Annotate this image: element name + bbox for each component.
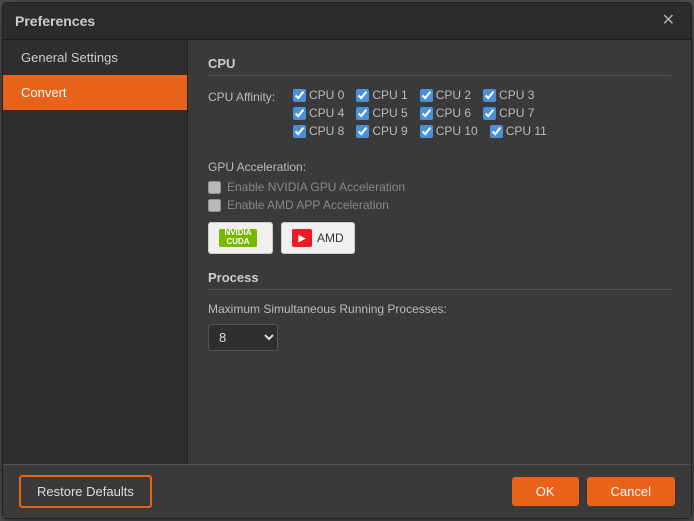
amd-button-label: AMD xyxy=(317,231,344,245)
main-content: CPU CPU Affinity: CPU 0 CPU 1 xyxy=(188,40,691,464)
cpu-checkboxes: CPU 0 CPU 1 CPU 2 xyxy=(293,88,547,138)
cancel-button[interactable]: Cancel xyxy=(587,477,675,506)
cpu-11-checkbox[interactable] xyxy=(490,125,503,138)
cpu-11-item[interactable]: CPU 11 xyxy=(490,124,547,138)
amd-gpu-checkbox[interactable] xyxy=(208,199,221,212)
cpu-3-checkbox[interactable] xyxy=(483,89,496,102)
amd-gpu-option: Enable AMD APP Acceleration xyxy=(208,198,671,212)
cpu-11-label: CPU 11 xyxy=(506,124,547,138)
cpu-6-label: CPU 6 xyxy=(436,106,471,120)
cpu-2-label: CPU 2 xyxy=(436,88,471,102)
cpu-row-0: CPU 0 CPU 1 CPU 2 xyxy=(293,88,547,102)
nvidia-gpu-label: Enable NVIDIA GPU Acceleration xyxy=(227,180,405,194)
dialog-body: General Settings Convert CPU CPU Affinit… xyxy=(3,40,691,464)
ok-button[interactable]: OK xyxy=(512,477,579,506)
cpu-5-checkbox[interactable] xyxy=(356,107,369,120)
amd-logo: ▶ xyxy=(292,229,312,247)
cpu-4-item[interactable]: CPU 4 xyxy=(293,106,344,120)
restore-defaults-button[interactable]: Restore Defaults xyxy=(19,475,152,508)
cpu-8-item[interactable]: CPU 8 xyxy=(293,124,344,138)
cpu-4-label: CPU 4 xyxy=(309,106,344,120)
cpu-section-title: CPU xyxy=(208,56,671,76)
amd-gpu-label: Enable AMD APP Acceleration xyxy=(227,198,389,212)
cpu-8-label: CPU 8 xyxy=(309,124,344,138)
cpu-10-item[interactable]: CPU 10 xyxy=(420,124,478,138)
cpu-affinity-row: CPU Affinity: CPU 0 CPU 1 xyxy=(208,88,671,138)
cpu-affinity-label: CPU Affinity: xyxy=(208,88,293,104)
cpu-10-checkbox[interactable] xyxy=(420,125,433,138)
cpu-6-checkbox[interactable] xyxy=(420,107,433,120)
cpu-3-label: CPU 3 xyxy=(499,88,534,102)
sidebar: General Settings Convert xyxy=(3,40,188,464)
close-button[interactable]: ✕ xyxy=(658,11,679,31)
process-label: Maximum Simultaneous Running Processes: xyxy=(208,302,671,316)
title-bar: Preferences ✕ xyxy=(3,3,691,40)
cpu-9-checkbox[interactable] xyxy=(356,125,369,138)
cpu-2-checkbox[interactable] xyxy=(420,89,433,102)
gpu-buttons: NVIDIACUDA ▶ AMD xyxy=(208,222,671,254)
nvidia-gpu-checkbox[interactable] xyxy=(208,181,221,194)
sidebar-item-convert[interactable]: Convert xyxy=(3,75,187,110)
amd-button[interactable]: ▶ AMD xyxy=(281,222,355,254)
nvidia-logo: NVIDIACUDA xyxy=(219,229,257,247)
cpu-7-label: CPU 7 xyxy=(499,106,534,120)
process-section-title: Process xyxy=(208,270,671,290)
gpu-section: GPU Acceleration: Enable NVIDIA GPU Acce… xyxy=(208,160,671,254)
footer-right: OK Cancel xyxy=(512,477,675,506)
cpu-5-label: CPU 5 xyxy=(372,106,407,120)
cpu-4-checkbox[interactable] xyxy=(293,107,306,120)
cpu-section: CPU CPU Affinity: CPU 0 CPU 1 xyxy=(208,56,671,144)
cpu-9-item[interactable]: CPU 9 xyxy=(356,124,407,138)
cpu-3-item[interactable]: CPU 3 xyxy=(483,88,534,102)
cpu-6-item[interactable]: CPU 6 xyxy=(420,106,471,120)
cpu-row-2: CPU 8 CPU 9 CPU 10 xyxy=(293,124,547,138)
preferences-dialog: Preferences ✕ General Settings Convert C… xyxy=(2,2,692,519)
cpu-7-item[interactable]: CPU 7 xyxy=(483,106,534,120)
cpu-5-item[interactable]: CPU 5 xyxy=(356,106,407,120)
dialog-title: Preferences xyxy=(15,13,95,29)
gpu-section-title: GPU Acceleration: xyxy=(208,160,671,174)
footer: Restore Defaults OK Cancel xyxy=(3,464,691,518)
process-select[interactable]: 1 2 3 4 5 6 7 8 9 10 xyxy=(208,324,278,351)
cpu-7-checkbox[interactable] xyxy=(483,107,496,120)
cpu-0-checkbox[interactable] xyxy=(293,89,306,102)
cpu-0-item[interactable]: CPU 0 xyxy=(293,88,344,102)
nvidia-button[interactable]: NVIDIACUDA xyxy=(208,222,273,254)
cpu-2-item[interactable]: CPU 2 xyxy=(420,88,471,102)
cpu-10-label: CPU 10 xyxy=(436,124,478,138)
cpu-1-item[interactable]: CPU 1 xyxy=(356,88,407,102)
nvidia-gpu-option: Enable NVIDIA GPU Acceleration xyxy=(208,180,671,194)
cpu-8-checkbox[interactable] xyxy=(293,125,306,138)
sidebar-item-general-settings[interactable]: General Settings xyxy=(3,40,187,75)
process-section: Process Maximum Simultaneous Running Pro… xyxy=(208,270,671,351)
cpu-1-checkbox[interactable] xyxy=(356,89,369,102)
cpu-1-label: CPU 1 xyxy=(372,88,407,102)
cpu-0-label: CPU 0 xyxy=(309,88,344,102)
cpu-row-1: CPU 4 CPU 5 CPU 6 xyxy=(293,106,547,120)
cpu-9-label: CPU 9 xyxy=(372,124,407,138)
